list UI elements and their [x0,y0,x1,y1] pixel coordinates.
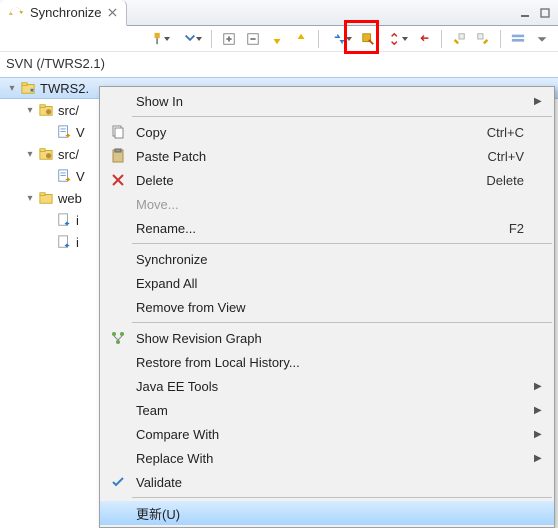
shortcut-label: Delete [486,173,554,188]
menu-item-validate[interactable]: Validate [100,470,554,494]
graph-icon [104,326,132,350]
expand-icon[interactable]: ▾ [4,80,20,96]
tree-label: i [76,235,79,250]
view-tab-synchronize[interactable]: Synchronize [0,0,127,26]
view-menu-button[interactable] [532,29,552,49]
presentation-button[interactable] [508,29,528,49]
package-folder-icon [38,102,54,118]
tree-label: V [76,169,85,184]
submenu-arrow-icon: ▶ [534,405,554,416]
tree-label: i [76,213,79,228]
menu-item-replace-with[interactable]: Replace With ▶ [100,446,554,470]
toolbar [0,26,558,52]
file-outgoing-icon [56,124,72,140]
view-header: Synchronize [0,0,558,26]
toolbar-separator [500,30,501,48]
view-controls [518,6,558,20]
package-folder-icon [38,146,54,162]
menu-item-show-revision-graph[interactable]: Show Revision Graph [100,326,554,350]
highlight-box [344,20,379,54]
menu-separator [132,322,552,323]
maximize-icon[interactable] [538,6,552,20]
menu-item-paste-patch[interactable]: Paste Patch Ctrl+V [100,144,554,168]
toolbar-separator [318,30,319,48]
submenu-arrow-icon: ▶ [534,453,554,464]
shortcut-label: F2 [509,221,554,236]
submenu-arrow-icon: ▶ [534,429,554,440]
check-icon [104,470,132,494]
tree-label: TWRS2. [40,81,89,96]
file-incoming-icon [56,234,72,250]
menu-item-copy[interactable]: Copy Ctrl+C [100,120,554,144]
close-icon[interactable] [108,8,118,18]
menu-item-team[interactable]: Team ▶ [100,398,554,422]
shortcut-label: Ctrl+V [488,149,554,164]
next-change-button[interactable] [267,29,287,49]
menu-item-remove-from-view[interactable]: Remove from View [100,295,554,319]
menu-item-synchronize[interactable]: Synchronize [100,247,554,271]
pin-dropdown[interactable] [144,29,172,49]
toolbar-separator [441,30,442,48]
sync-scope-label: SVN (/TWRS2.1) [0,52,558,75]
delete-icon [104,168,132,192]
toolbar-separator [211,30,212,48]
file-incoming-icon [56,212,72,228]
expand-icon[interactable]: ▾ [22,146,38,162]
menu-separator [132,116,552,117]
menu-item-show-in[interactable]: Show In ▶ [100,89,554,113]
menu-item-update[interactable]: 更新(U) [100,501,554,525]
menu-item-restore-local-history[interactable]: Restore from Local History... [100,350,554,374]
minimize-icon[interactable] [518,6,532,20]
context-menu: Show In ▶ Copy Ctrl+C Paste Patch Ctrl+V… [99,86,555,528]
submenu-arrow-icon: ▶ [534,96,554,107]
copy-icon [104,120,132,144]
paste-icon [104,144,132,168]
menu-separator [132,243,552,244]
tree-label: src/ [58,147,79,162]
submenu-arrow-icon: ▶ [534,381,554,392]
navigate-dropdown[interactable] [176,29,204,49]
tab-label: Synchronize [30,5,102,20]
project-icon [20,80,36,96]
update-button[interactable] [449,29,469,49]
outgoing-mode-button[interactable] [414,29,434,49]
tree-label: web [58,191,82,206]
file-outgoing-icon [56,168,72,184]
menu-item-delete[interactable]: Delete Delete [100,168,554,192]
menu-item-java-ee-tools[interactable]: Java EE Tools ▶ [100,374,554,398]
shortcut-label: Ctrl+C [487,125,554,140]
menu-item-compare-with[interactable]: Compare With ▶ [100,422,554,446]
expand-all-button[interactable] [243,29,263,49]
conflicts-dropdown[interactable] [382,29,410,49]
collapse-all-button[interactable] [219,29,239,49]
sync-icon [8,5,24,21]
menu-item-rename[interactable]: Rename... F2 [100,216,554,240]
prev-change-button[interactable] [291,29,311,49]
tree-label: V [76,125,85,140]
expand-icon[interactable]: ▾ [22,102,38,118]
expand-icon[interactable]: ▾ [22,190,38,206]
menu-item-expand-all[interactable]: Expand All [100,271,554,295]
menu-separator [132,497,552,498]
tree-label: src/ [58,103,79,118]
commit-button[interactable] [473,29,493,49]
menu-item-move: Move... [100,192,554,216]
folder-icon [38,190,54,206]
